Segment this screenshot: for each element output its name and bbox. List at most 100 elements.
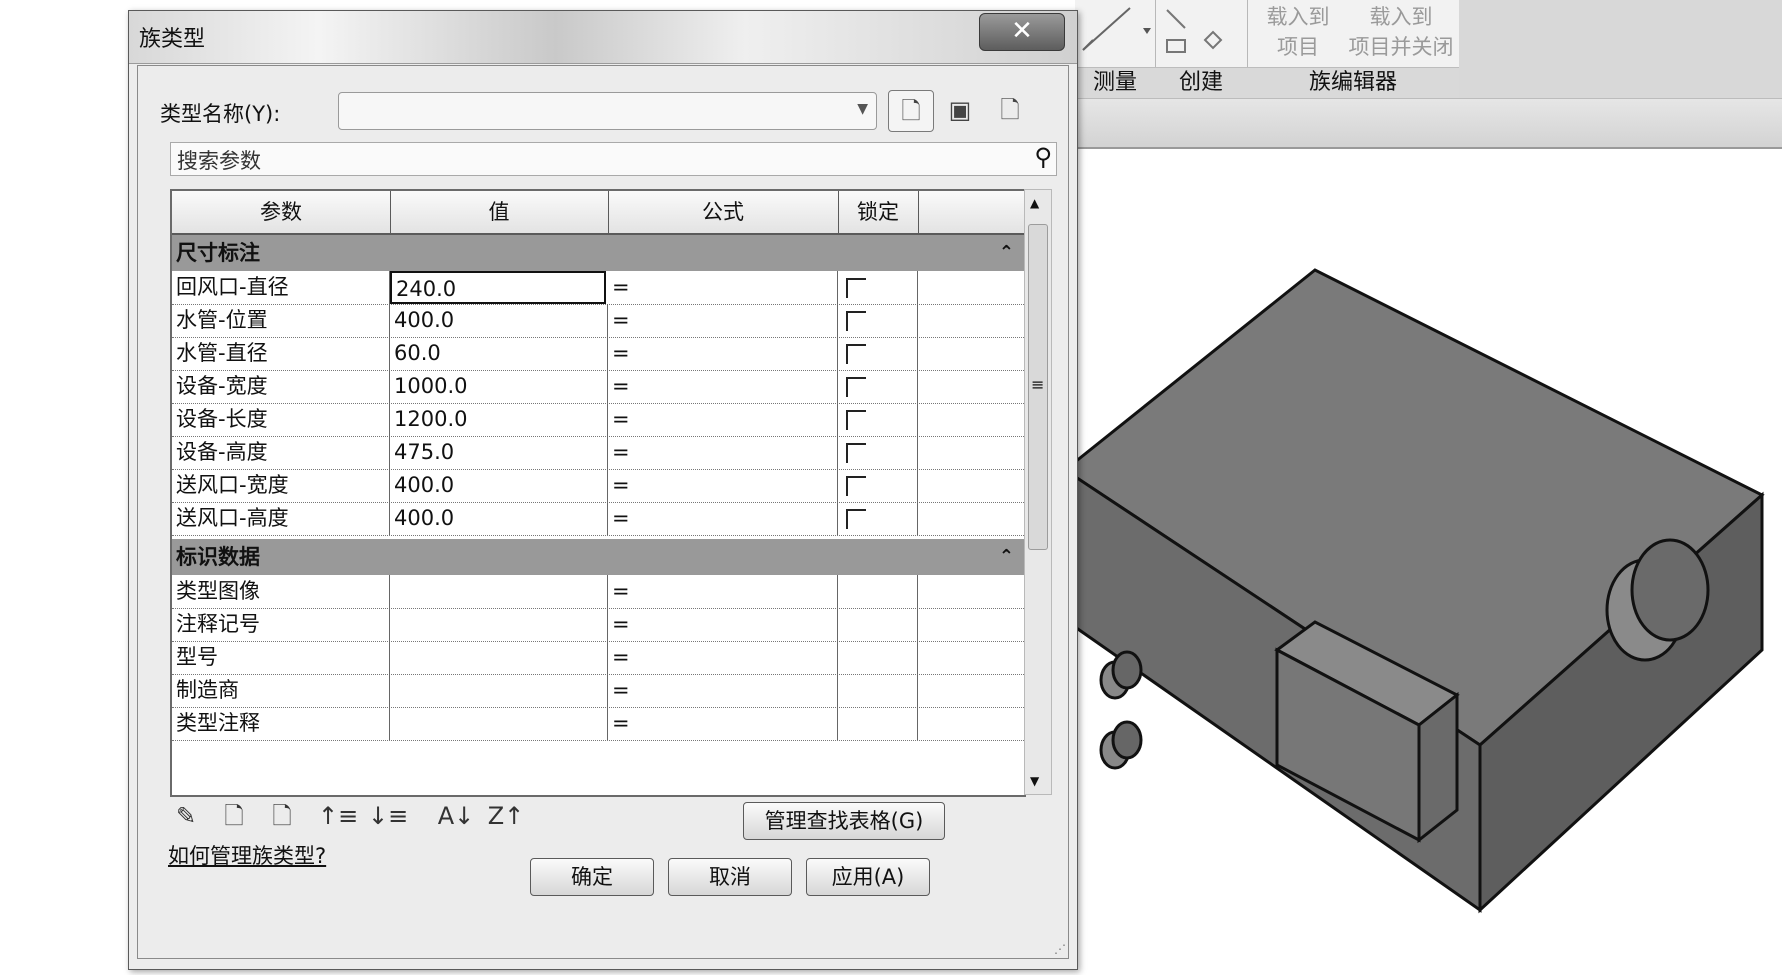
lock-cell xyxy=(838,575,918,608)
ribbon-group-measure-label: 测量 xyxy=(1075,67,1155,98)
param-formula-input[interactable]: = xyxy=(608,641,838,674)
param-value-input[interactable] xyxy=(390,575,608,608)
table-row[interactable]: 送风口-宽度 400.0 = xyxy=(172,469,1024,503)
table-row[interactable]: 型号 = xyxy=(172,641,1024,675)
ok-button[interactable]: 确定 xyxy=(530,858,654,896)
param-value-input[interactable]: 60.0 xyxy=(390,337,608,370)
group-header-dimensions[interactable]: 尺寸标注 ⌃ xyxy=(172,235,1024,271)
collapse-icon[interactable]: ⌃ xyxy=(999,235,1014,271)
lock-checkbox[interactable] xyxy=(846,311,866,331)
param-formula-input[interactable]: = xyxy=(608,608,838,641)
param-value-input[interactable] xyxy=(390,707,608,740)
move-up-button[interactable]: ↑≡ xyxy=(318,796,358,836)
lock-checkbox[interactable] xyxy=(846,476,866,496)
apply-button[interactable]: 应用(A) xyxy=(806,858,930,896)
cancel-button[interactable]: 取消 xyxy=(668,858,792,896)
param-formula-input[interactable]: = xyxy=(608,304,838,337)
family-types-dialog: 族类型 ✕ 类型名称(Y): ▼ 🗋 ▣ 🗋 搜索参数 ⚲ 参数 值 公式 锁定… xyxy=(128,10,1078,970)
column-header-value[interactable]: 值 xyxy=(390,191,609,233)
load-into-project-and-close-button[interactable]: 载入到 项目并关闭 xyxy=(1343,2,1459,62)
lock-cell xyxy=(838,502,918,535)
table-scrollbar[interactable]: ▲ ≡ ▼ xyxy=(1024,189,1052,795)
dialog-titlebar[interactable]: 族类型 ✕ xyxy=(129,11,1077,64)
param-value-input[interactable]: 400.0 xyxy=(390,502,608,535)
ribbon: 测量 创建 载入到 项目 载入到 项目并关闭 族编辑器 xyxy=(1075,0,1782,98)
table-row[interactable]: 水管-位置 400.0 = xyxy=(172,304,1024,338)
param-name: 注释记号 xyxy=(172,608,390,641)
new-parameter-button[interactable]: 🗋 xyxy=(214,796,254,836)
delete-type-button[interactable]: 🗋 xyxy=(988,90,1032,130)
param-formula-input[interactable]: = xyxy=(608,575,838,608)
rename-type-button[interactable]: ▣ xyxy=(938,90,982,130)
table-row[interactable]: 回风口-直径 240.0 = xyxy=(172,271,1024,305)
param-formula-input[interactable]: = xyxy=(608,674,838,707)
table-row[interactable]: 设备-高度 475.0 = xyxy=(172,436,1024,470)
lock-checkbox[interactable] xyxy=(846,377,866,397)
lock-checkbox[interactable] xyxy=(846,344,866,364)
param-value-input[interactable]: 240.0 xyxy=(390,271,606,304)
param-value-input[interactable]: 400.0 xyxy=(390,469,608,502)
measure-icon[interactable] xyxy=(1075,0,1155,60)
param-value-input[interactable] xyxy=(390,641,608,674)
dialog-title: 族类型 xyxy=(139,27,206,52)
lock-checkbox[interactable] xyxy=(846,410,866,430)
lock-cell xyxy=(838,271,918,304)
ribbon-group-create-label: 创建 xyxy=(1155,67,1247,98)
delete-document-icon: 🗋 xyxy=(272,802,292,830)
type-name-combobox[interactable]: ▼ xyxy=(338,92,877,130)
new-document-icon: 🗋 xyxy=(224,802,244,830)
table-row[interactable]: 送风口-高度 400.0 = xyxy=(172,502,1024,536)
group-header-identity-data[interactable]: 标识数据 ⌃ xyxy=(172,539,1024,575)
3d-view-canvas[interactable] xyxy=(1062,150,1782,971)
param-formula-input[interactable]: = xyxy=(608,436,838,469)
scrollbar-thumb[interactable]: ≡ xyxy=(1028,224,1048,550)
lock-checkbox[interactable] xyxy=(846,443,866,463)
column-header-lock[interactable]: 锁定 xyxy=(838,191,919,233)
param-value-input[interactable] xyxy=(390,608,608,641)
param-value-input[interactable] xyxy=(390,674,608,707)
edit-parameter-button[interactable]: ✎ xyxy=(166,796,206,836)
param-formula-input[interactable]: = xyxy=(608,707,838,740)
param-formula-input[interactable]: = xyxy=(608,502,838,535)
param-value-input[interactable]: 1200.0 xyxy=(390,403,608,436)
pencil-icon: ✎ xyxy=(175,802,197,830)
param-formula-input[interactable]: = xyxy=(608,337,838,370)
help-link[interactable]: 如何管理族类型? xyxy=(168,840,326,870)
lock-checkbox[interactable] xyxy=(846,509,866,529)
param-formula-input[interactable]: = xyxy=(608,370,838,403)
collapse-icon[interactable]: ⌃ xyxy=(999,539,1014,575)
param-value-input[interactable]: 400.0 xyxy=(390,304,608,337)
column-header-formula[interactable]: 公式 xyxy=(608,191,839,233)
search-parameters-input[interactable]: 搜索参数 ⚲ xyxy=(170,142,1057,176)
table-row[interactable]: 水管-直径 60.0 = xyxy=(172,337,1024,371)
param-formula-input[interactable]: = xyxy=(608,271,838,304)
param-formula-input[interactable]: = xyxy=(608,403,838,436)
lock-cell xyxy=(838,304,918,337)
param-value-input[interactable]: 1000.0 xyxy=(390,370,608,403)
table-row[interactable]: 类型注释 = xyxy=(172,707,1024,741)
table-row[interactable]: 注释记号 = xyxy=(172,608,1024,642)
table-row[interactable]: 设备-宽度 1000.0 = xyxy=(172,370,1024,404)
table-row[interactable]: 类型图像 = xyxy=(172,575,1024,609)
new-type-button[interactable]: 🗋 xyxy=(888,90,934,132)
lock-checkbox[interactable] xyxy=(846,278,866,298)
param-name: 水管-位置 xyxy=(172,304,390,337)
scroll-up-icon[interactable]: ▲ xyxy=(1030,196,1039,210)
column-header-parameter[interactable]: 参数 xyxy=(172,191,391,233)
table-row[interactable]: 设备-长度 1200.0 = xyxy=(172,403,1024,437)
param-formula-input[interactable]: = xyxy=(608,469,838,502)
sort-ascending-button[interactable]: A↓ xyxy=(436,796,476,836)
search-icon[interactable]: ⚲ xyxy=(1034,143,1052,171)
sort-descending-button[interactable]: Z↑ xyxy=(486,796,526,836)
move-down-button[interactable]: ↓≡ xyxy=(368,796,408,836)
dialog-body: 类型名称(Y): ▼ 🗋 ▣ 🗋 搜索参数 ⚲ 参数 值 公式 锁定 尺寸标注 … xyxy=(137,65,1069,959)
close-button[interactable]: ✕ xyxy=(979,13,1065,51)
param-value-input[interactable]: 475.0 xyxy=(390,436,608,469)
create-icon[interactable] xyxy=(1155,0,1247,60)
manage-lookup-tables-button[interactable]: 管理查找表格(G) xyxy=(743,802,945,840)
resize-grip-icon[interactable]: ⋰ xyxy=(1054,942,1066,956)
scroll-down-icon[interactable]: ▼ xyxy=(1030,774,1039,788)
load-into-project-button[interactable]: 载入到 项目 xyxy=(1253,2,1343,62)
remove-parameter-button[interactable]: 🗋 xyxy=(262,796,302,836)
table-row[interactable]: 制造商 = xyxy=(172,674,1024,708)
